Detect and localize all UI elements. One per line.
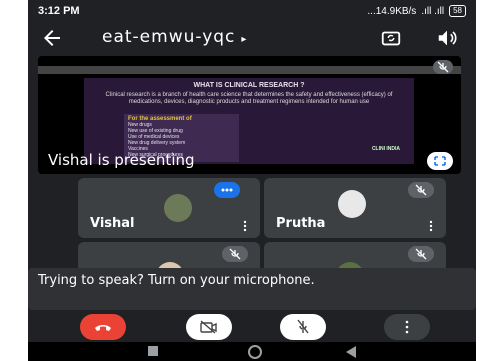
home-icon[interactable] — [248, 345, 262, 359]
slide-brand: CLINI INDIA — [371, 146, 400, 152]
presenting-label: Vishal is presenting — [48, 151, 195, 169]
back-triangle-icon[interactable] — [346, 346, 356, 358]
arrow-left-icon[interactable] — [40, 26, 64, 50]
fullscreen-icon — [434, 156, 446, 166]
phone-hangup-icon — [95, 325, 111, 331]
more-vert-icon — [405, 320, 409, 334]
meet-screen: 3:12 PM ...14.9KB/s .ıll .ıll 58 eat-emw… — [28, 0, 476, 361]
avatar — [164, 194, 192, 222]
camera-switch-icon[interactable] — [380, 27, 402, 49]
end-call-button[interactable] — [80, 314, 126, 340]
network-speed: ...14.9KB/s — [367, 5, 417, 17]
mic-off-icon — [222, 246, 248, 262]
slide-text: Clinical research is a branch of health … — [105, 92, 393, 105]
signal-icon: .ıll .ıll — [421, 5, 445, 17]
participant-tile-vishal[interactable]: Vishal — [78, 178, 260, 238]
camera-off-icon — [200, 320, 217, 334]
presentation-tile[interactable]: WHAT IS CLINICAL RESEARCH ? Clinical res… — [38, 56, 461, 174]
more-options-button[interactable] — [384, 314, 430, 340]
active-speaker-icon — [214, 182, 240, 198]
camera-toggle-button[interactable] — [186, 314, 232, 340]
mic-off-icon — [297, 319, 309, 334]
meeting-code-text: eat-emwu-yqc — [102, 27, 236, 47]
more-vert-icon[interactable] — [242, 220, 248, 232]
avatar — [338, 190, 366, 218]
fullscreen-button[interactable] — [427, 152, 453, 170]
meeting-top-bar: eat-emwu-yqc ▸ — [28, 22, 476, 54]
participant-tile-prutha[interactable]: Prutha — [264, 178, 446, 238]
chevron-right-icon: ▸ — [241, 34, 248, 45]
mic-toggle-button[interactable] — [280, 314, 326, 340]
status-bar: 3:12 PM ...14.9KB/s .ıll .ıll 58 — [28, 0, 476, 22]
mic-off-icon — [433, 60, 453, 74]
slide-title: WHAT IS CLINICAL RESEARCH ? — [193, 82, 305, 89]
recents-icon[interactable] — [148, 346, 158, 356]
presenter-toolbar — [38, 66, 461, 74]
participant-name: Vishal — [90, 216, 135, 231]
status-right: ...14.9KB/s .ıll .ıll 58 — [367, 5, 466, 17]
system-nav-bar — [28, 342, 476, 361]
call-controls — [28, 312, 476, 340]
mic-off-icon — [408, 246, 434, 262]
mic-off-icon — [408, 182, 434, 198]
speaker-icon[interactable] — [436, 27, 458, 49]
more-vert-icon[interactable] — [428, 220, 434, 232]
participant-name: Prutha — [276, 216, 326, 231]
battery-icon: 58 — [449, 5, 466, 17]
meeting-code[interactable]: eat-emwu-yqc ▸ — [102, 27, 247, 47]
status-time: 3:12 PM — [38, 5, 80, 17]
mic-toast: Trying to speak? Turn on your microphone… — [28, 268, 476, 310]
